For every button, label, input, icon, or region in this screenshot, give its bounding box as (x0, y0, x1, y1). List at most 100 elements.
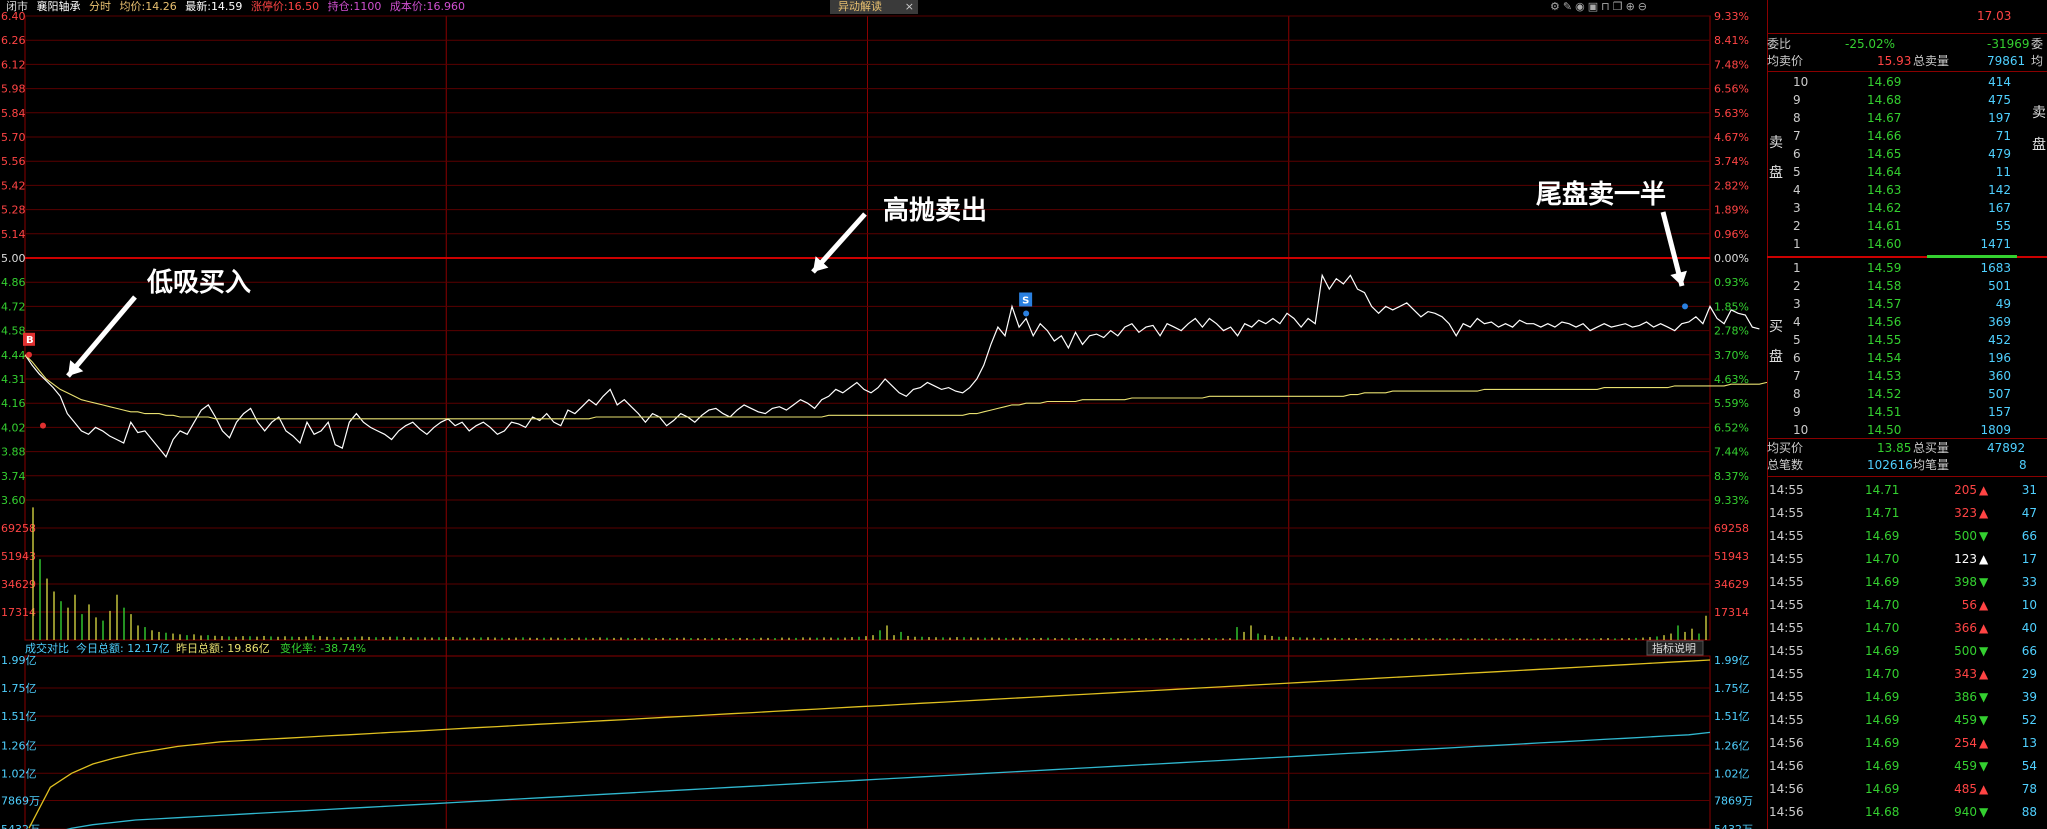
order-price: 14.52 (1867, 387, 1902, 401)
order-volume: 55 (1995, 219, 2011, 233)
total-sell-label: 总卖量 (1913, 54, 1950, 68)
order-level: 7 (1793, 369, 1801, 383)
order-book-row[interactable]: 6 14.54 196 (1767, 350, 2047, 366)
cmp-left-tick: 1.99亿 (1, 654, 37, 667)
tick-price: 14.69 (1865, 713, 1900, 727)
y-left-tick: 3.74 (1, 470, 26, 483)
avg-trade-label: 均笔量 (1913, 458, 1950, 472)
order-book-row[interactable]: 8 14.52 507 (1767, 386, 2047, 402)
y-right-tick: 7.48% (1714, 58, 1749, 71)
sell-half-annotation: 尾盘卖一半 (1536, 180, 1667, 210)
compare-legend: 成交对比 (25, 641, 69, 655)
weicha-label: 委 (2031, 37, 2044, 51)
order-price: 14.53 (1867, 369, 1902, 383)
buy-low-annotation: 低吸买入 (147, 268, 252, 298)
cmp-left-tick: 1.02亿 (1, 767, 37, 780)
compare-legend: 今日总额: 12.17亿 (76, 641, 170, 655)
indicator-button-label[interactable]: 指标说明 (1652, 641, 1696, 655)
order-price: 14.54 (1867, 351, 1902, 365)
tick-row: 14:55 14.70 343 ▲ 29 (1767, 666, 2047, 684)
annotation-arrowhead (1670, 270, 1687, 286)
cmp-left-tick: 1.51亿 (1, 710, 37, 723)
y-right-tick: 3.70% (1714, 349, 1749, 362)
order-book-row[interactable]: 4 14.63 142 (1767, 182, 2047, 198)
y-right-tick: 5.59% (1714, 397, 1749, 410)
weicha-value: -31969 (1987, 37, 2030, 51)
y-left-tick: 5.42 (1, 179, 26, 192)
order-volume: 157 (1988, 405, 2011, 419)
tick-time: 14:56 (1769, 759, 1804, 773)
y-left-tick: 6.12 (1, 58, 26, 71)
arrow-up-icon: ▲ (1979, 667, 1989, 681)
order-volume: 479 (1988, 147, 2011, 161)
avg-sell-row: 均卖价 15.93 总卖量 79861 均 (1767, 53, 2047, 69)
tick-count: 66 (2021, 529, 2037, 543)
order-book-row[interactable]: 10 14.69 414 (1767, 74, 2047, 90)
order-book-row[interactable]: 5 14.64 11 (1767, 164, 2047, 180)
order-volume: 49 (1995, 297, 2011, 311)
order-book-row[interactable]: 8 14.67 197 (1767, 110, 2047, 126)
order-level: 4 (1793, 183, 1801, 197)
order-book-row[interactable]: 3 14.62 167 (1767, 200, 2047, 216)
vol-right-tick: 34629 (1714, 578, 1749, 591)
arrow-up-icon: ▲ (1979, 621, 1989, 635)
today-volume-line (66, 731, 1711, 829)
price-lines (24, 273, 1767, 829)
vol-left-tick: 51943 (1, 550, 36, 563)
arrow-down-icon: ▼ (1979, 575, 1989, 589)
order-book-row[interactable]: 4 14.56 369 (1767, 314, 2047, 330)
order-volume: 167 (1988, 201, 2011, 215)
order-price: 14.58 (1867, 279, 1902, 293)
order-book-row[interactable]: 7 14.53 360 (1767, 368, 2047, 384)
tick-volume: 205 (1954, 483, 1977, 497)
tick-price: 14.70 (1865, 667, 1900, 681)
y-right-tick: 6.56% (1714, 83, 1749, 96)
order-volume: 196 (1988, 351, 2011, 365)
cmp-left-tick: 1.26亿 (1, 739, 37, 752)
y-right-tick: 8.37% (1714, 470, 1749, 483)
y-left-tick: 5.70 (1, 131, 26, 144)
trades-row: 总笔数 102616 均笔量 8 (1767, 457, 2047, 473)
arrow-up-icon: ▲ (1979, 483, 1989, 497)
avg-sell-value: 15.93 (1877, 54, 1912, 68)
order-book-row[interactable]: 7 14.66 71 (1767, 128, 2047, 144)
tick-row: 14:56 14.68 940 ▼ 88 (1767, 804, 2047, 822)
order-price: 14.67 (1867, 111, 1902, 125)
tick-volume: 500 (1954, 644, 1977, 658)
order-book-row[interactable]: 9 14.68 475 (1767, 92, 2047, 108)
y-left-tick: 5.00 (1, 252, 26, 265)
order-price: 14.64 (1867, 165, 1902, 179)
tick-time: 14:56 (1769, 782, 1804, 796)
tick-row: 14:55 14.69 386 ▼ 39 (1767, 689, 2047, 707)
tick-price: 14.69 (1865, 529, 1900, 543)
y-left-tick: 4.72 (1, 300, 26, 313)
order-book-row[interactable]: 5 14.55 452 (1767, 332, 2047, 348)
order-book-row[interactable]: 2 14.61 55 (1767, 218, 2047, 234)
vol-left-tick: 34629 (1, 578, 36, 591)
tick-count: 10 (2021, 598, 2037, 612)
order-book-row[interactable]: 2 14.58 501 (1767, 278, 2047, 294)
tick-count: 39 (2021, 690, 2037, 704)
order-book-row[interactable]: 3 14.57 49 (1767, 296, 2047, 312)
order-book-row[interactable]: 9 14.51 157 (1767, 404, 2047, 420)
arrow-up-icon: ▲ (1979, 506, 1989, 520)
order-book-row[interactable]: 1 14.59 1683 (1767, 260, 2047, 276)
tick-count: 29 (2021, 667, 2037, 681)
cmp-right-tick: 5432万 (1714, 823, 1753, 829)
order-volume: 11 (1995, 165, 2011, 179)
y-right-tick: 2.82% (1714, 179, 1749, 192)
buy-dot (26, 351, 32, 358)
order-level: 8 (1793, 387, 1801, 401)
order-level: 6 (1793, 147, 1801, 161)
order-book-row[interactable]: 10 14.50 1809 (1767, 422, 2047, 438)
tick-volume: 56 (1961, 598, 1977, 612)
tick-row: 14:55 14.70 366 ▲ 40 (1767, 620, 2047, 638)
tick-price: 14.69 (1865, 644, 1900, 658)
trade-markers: BS (23, 211, 1688, 429)
y-right-tick: 1.85% (1714, 300, 1749, 313)
order-price: 14.59 (1867, 261, 1902, 275)
order-volume: 71 (1995, 129, 2011, 143)
y-right-tick: 6.52% (1714, 421, 1749, 434)
order-book-row[interactable]: 1 14.60 1471 (1767, 236, 2047, 252)
order-book-row[interactable]: 6 14.65 479 (1767, 146, 2047, 162)
